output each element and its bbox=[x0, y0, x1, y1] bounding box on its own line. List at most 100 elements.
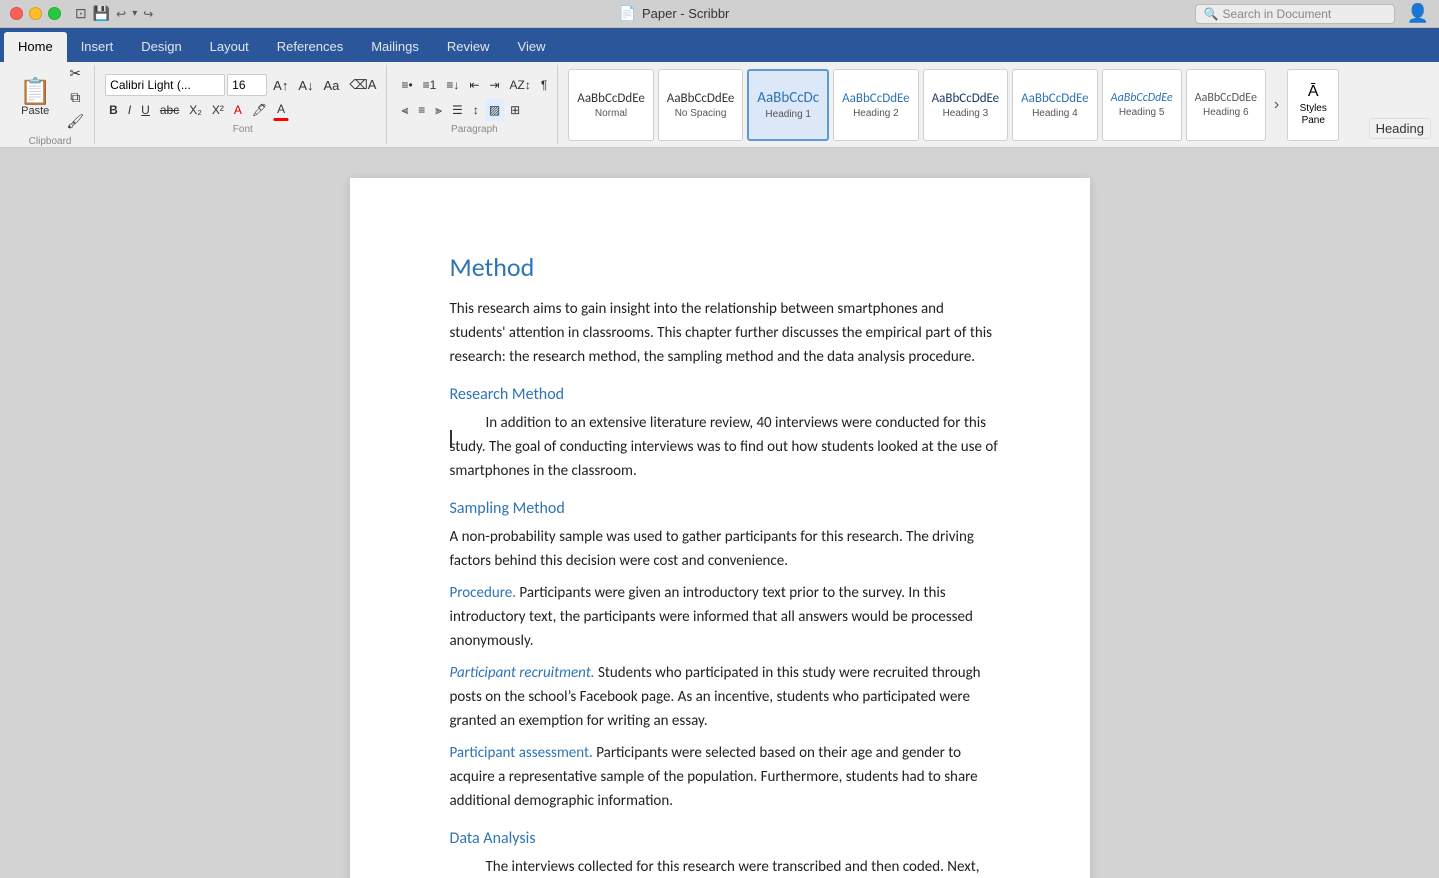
document-page[interactable]: Method This research aims to gain insigh… bbox=[350, 178, 1090, 878]
user-icon[interactable]: 👤 bbox=[1407, 3, 1429, 24]
borders-button[interactable]: ⊞ bbox=[506, 99, 524, 121]
document-area: Method This research aims to gain insigh… bbox=[0, 148, 1439, 878]
show-marks-button[interactable]: ¶ bbox=[537, 74, 551, 96]
search-label: Search in Document bbox=[1223, 7, 1332, 21]
title-bar: ⊡ 💾 ↩ ▾ ↪ 📄 Paper - Scribbr 🔍 Search in … bbox=[0, 0, 1439, 28]
maximize-button[interactable] bbox=[48, 7, 61, 20]
style-no-spacing[interactable]: AaBbCcDdEe No Spacing bbox=[658, 69, 744, 141]
justify-button[interactable]: ☰ bbox=[448, 99, 467, 121]
text-cursor bbox=[450, 430, 452, 448]
sampling-method-para: A non-probability sample was used to gat… bbox=[450, 525, 1000, 573]
increase-indent-button[interactable]: ⇥ bbox=[485, 74, 503, 96]
highlight-button[interactable]: 🖊 bbox=[248, 99, 271, 121]
align-right-button[interactable]: ⫸ bbox=[431, 99, 446, 121]
change-case-button[interactable]: Aa bbox=[320, 74, 344, 96]
data-analysis-para: The interviews collected for this resear… bbox=[450, 855, 1000, 878]
para-row-1: ≡• ≡1 ≡↓ ⇤ ⇥ AZ↕ ¶ bbox=[397, 74, 551, 96]
font-size-selector[interactable]: 16 bbox=[227, 74, 267, 96]
numbering-button[interactable]: ≡1 bbox=[419, 74, 441, 96]
tab-insert[interactable]: Insert bbox=[67, 32, 128, 62]
toolbar-icon-1: ⊡ bbox=[75, 5, 87, 22]
tab-review[interactable]: Review bbox=[433, 32, 504, 62]
style-normal[interactable]: AaBbCcDdEe Normal bbox=[568, 69, 654, 141]
tab-layout[interactable]: Layout bbox=[196, 32, 263, 62]
italic-button[interactable]: I bbox=[124, 99, 135, 121]
research-method-para: In addition to an extensive literature r… bbox=[450, 411, 1000, 483]
tab-home[interactable]: Home bbox=[4, 32, 67, 62]
search-icon: 🔍 bbox=[1204, 7, 1219, 21]
intro-paragraph: This research aims to gain insight into … bbox=[450, 297, 1000, 369]
tab-mailings[interactable]: Mailings bbox=[357, 32, 433, 62]
font-row-2: B I U abc X₂ X² A 🖊 A bbox=[105, 99, 380, 121]
paste-label: Paste bbox=[21, 105, 49, 117]
sort-button[interactable]: AZ↕ bbox=[506, 74, 535, 96]
title-center: 📄 Paper - Scribbr bbox=[619, 5, 730, 22]
styles-scroll-arrow[interactable]: › bbox=[1270, 92, 1283, 118]
font-row-1: Calibri Light (... 16 A↑ A↓ Aa ⌫A bbox=[105, 74, 380, 96]
decrease-indent-button[interactable]: ⇤ bbox=[465, 74, 483, 96]
clipboard-actions: ✂ ⧉ 🖌 bbox=[62, 62, 88, 132]
copy-button[interactable]: ⧉ bbox=[62, 86, 88, 108]
tab-view[interactable]: View bbox=[504, 32, 560, 62]
tab-design[interactable]: Design bbox=[127, 32, 195, 62]
strikethrough-button[interactable]: abc bbox=[156, 99, 183, 121]
style-normal-label: Normal bbox=[595, 108, 627, 119]
bullets-button[interactable]: ≡• bbox=[397, 74, 416, 96]
align-center-button[interactable]: ≡ bbox=[414, 99, 429, 121]
font-shrink-button[interactable]: A↓ bbox=[294, 74, 317, 96]
para-row-2: ⫷ ≡ ⫸ ☰ ↕ ▨ ⊞ bbox=[397, 99, 551, 121]
close-button[interactable] bbox=[10, 7, 23, 20]
bold-button[interactable]: B bbox=[105, 99, 122, 121]
redo-icon[interactable]: ↪ bbox=[143, 7, 153, 21]
app-icon: 📄 bbox=[619, 5, 636, 22]
multilevel-list-button[interactable]: ≡↓ bbox=[442, 74, 463, 96]
subscript-button[interactable]: X₂ bbox=[185, 99, 206, 121]
style-heading6-label: Heading 6 bbox=[1203, 107, 1249, 118]
underline-button[interactable]: U bbox=[137, 99, 154, 121]
minimize-button[interactable] bbox=[29, 7, 42, 20]
clipboard-section: 📋 Paste ✂ ⧉ 🖌 Clipboard bbox=[6, 65, 95, 144]
ribbon-tabs: Home Insert Design Layout References Mai… bbox=[0, 28, 1439, 62]
style-heading2[interactable]: AaBbCcDdEe Heading 2 bbox=[833, 69, 919, 141]
data-analysis-heading: Data Analysis bbox=[450, 827, 1000, 851]
undo-icon[interactable]: ↩ bbox=[116, 7, 126, 21]
procedure-text: Participants were given an introductory … bbox=[450, 584, 973, 650]
style-normal-preview: AaBbCcDdEe bbox=[577, 91, 645, 106]
style-heading6[interactable]: AaBbCcDdEe Heading 6 bbox=[1186, 69, 1266, 141]
style-heading1-preview: AaBbCcDc bbox=[757, 89, 819, 107]
save-icon[interactable]: 💾 bbox=[93, 5, 110, 22]
sampling-method-heading: Sampling Method bbox=[450, 497, 1000, 521]
style-heading1[interactable]: AaBbCcDc Heading 1 bbox=[747, 69, 829, 141]
style-heading5-preview: AaBbCcDdEe bbox=[1111, 91, 1173, 105]
undo-dropdown-icon[interactable]: ▾ bbox=[132, 8, 137, 19]
style-no-spacing-preview: AaBbCcDdEe bbox=[667, 91, 735, 106]
superscript-button[interactable]: X² bbox=[208, 99, 228, 121]
font-label: Font bbox=[105, 124, 380, 135]
shading-button[interactable]: ▨ bbox=[485, 99, 504, 121]
assessment-para: Participant assessment. Participants wer… bbox=[450, 741, 1000, 813]
heading-indicator: Heading bbox=[1369, 118, 1431, 139]
ribbon-toolbar: 📋 Paste ✂ ⧉ 🖌 Clipboard Calibri Light (.… bbox=[0, 62, 1439, 148]
font-family-selector[interactable]: Calibri Light (... bbox=[105, 74, 225, 96]
search-in-document[interactable]: 🔍 Search in Document bbox=[1195, 4, 1395, 24]
research-method-heading: Research Method bbox=[450, 383, 1000, 407]
paste-button[interactable]: 📋 Paste bbox=[12, 62, 58, 132]
style-heading2-preview: AaBbCcDdEe bbox=[842, 91, 910, 106]
format-painter-button[interactable]: 🖌 bbox=[62, 110, 88, 132]
paste-group: 📋 Paste ✂ ⧉ 🖌 bbox=[12, 62, 88, 132]
tab-references[interactable]: References bbox=[263, 32, 357, 62]
clear-format-button[interactable]: ⌫A bbox=[345, 74, 380, 96]
font-color-button[interactable]: A bbox=[230, 99, 246, 121]
style-heading3[interactable]: AaBbCcDdEe Heading 3 bbox=[923, 69, 1009, 141]
cut-button[interactable]: ✂ bbox=[62, 62, 88, 84]
style-heading5[interactable]: AaBbCcDdEe Heading 5 bbox=[1102, 69, 1182, 141]
font-grow-button[interactable]: A↑ bbox=[269, 74, 292, 96]
align-left-button[interactable]: ⫷ bbox=[397, 99, 412, 121]
style-heading4[interactable]: AaBbCcDdEe Heading 4 bbox=[1012, 69, 1098, 141]
line-spacing-button[interactable]: ↕ bbox=[469, 99, 483, 121]
styles-section: AaBbCcDdEe Normal AaBbCcDdEe No Spacing … bbox=[562, 65, 1433, 144]
assessment-inline-heading: Participant assessment. bbox=[450, 744, 593, 762]
paragraph-section: ≡• ≡1 ≡↓ ⇤ ⇥ AZ↕ ¶ ⫷ ≡ ⫸ ☰ ↕ ▨ ⊞ Paragra… bbox=[391, 65, 558, 144]
styles-pane-button[interactable]: Ā StylesPane bbox=[1287, 69, 1339, 141]
text-color-button[interactable]: A bbox=[273, 99, 289, 121]
